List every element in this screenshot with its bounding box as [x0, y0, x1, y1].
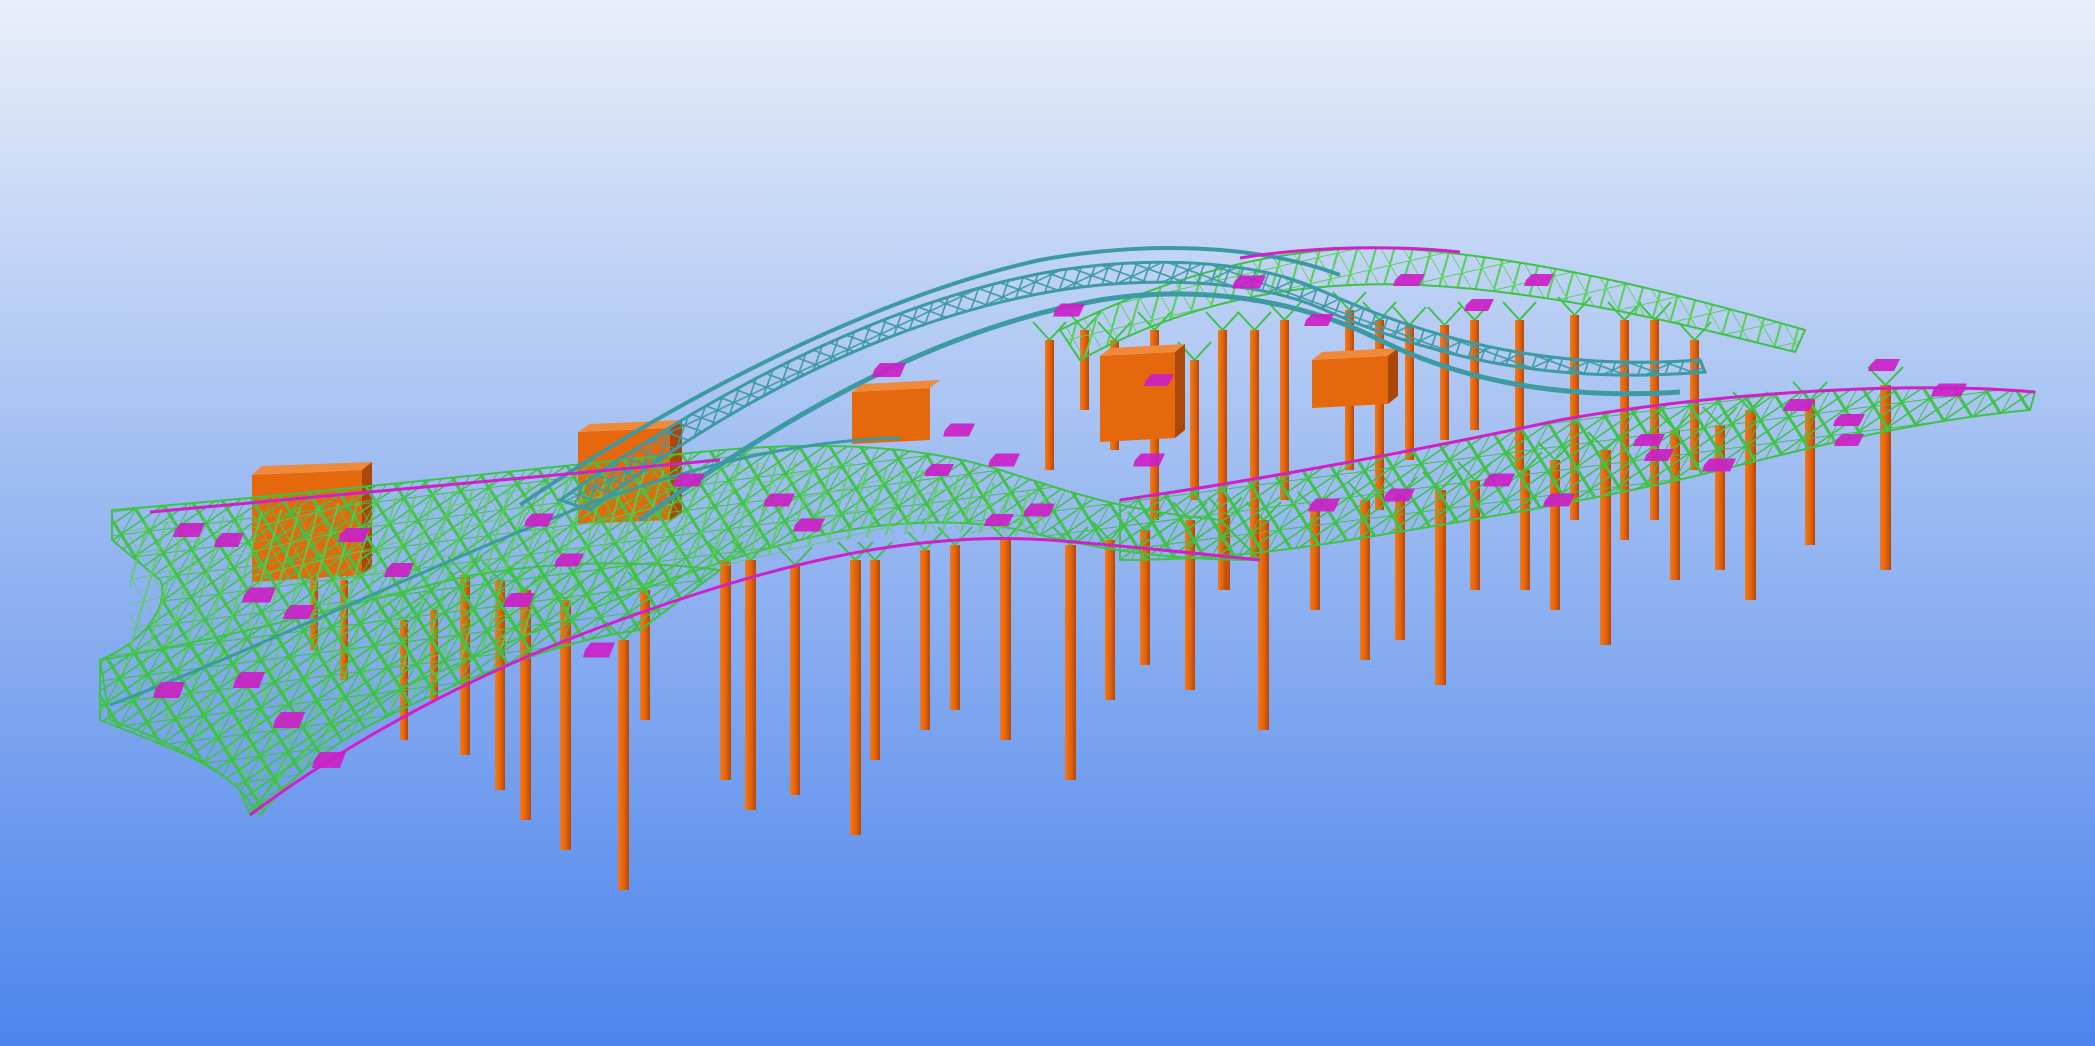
- core-block-5: [1312, 348, 1398, 408]
- core-block-3: [852, 380, 940, 444]
- 3d-model-viewport[interactable]: [0, 0, 2095, 1046]
- structural-model-scene[interactable]: [0, 0, 2095, 1046]
- core-block-4: [1100, 344, 1185, 442]
